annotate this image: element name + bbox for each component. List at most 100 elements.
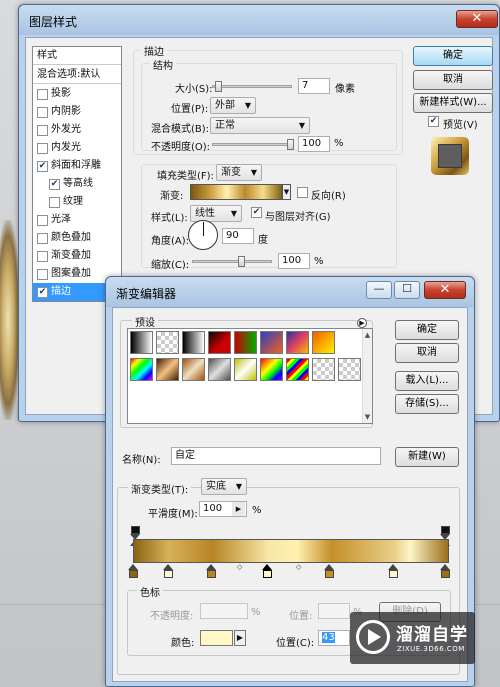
preset-swatch[interactable] [182,331,205,354]
scale-slider-thumb[interactable] [238,256,245,267]
style-item-drop-shadow[interactable]: 投影 [33,85,121,103]
opacity-slider[interactable] [212,139,294,150]
preset-swatch[interactable] [182,358,205,381]
layer-style-close-button[interactable]: ✕ [456,10,498,28]
style-checkbox[interactable] [37,251,48,262]
size-slider[interactable] [212,81,292,92]
style-item-inner-shadow[interactable]: 内阴影 [33,103,121,121]
angle-dial[interactable] [188,220,218,250]
style-checkbox[interactable] [37,143,48,154]
gradient-type-dropdown[interactable]: 实底 ▼ [201,478,247,495]
styles-header[interactable]: 样式 [33,47,121,65]
preset-swatch[interactable] [260,358,283,381]
style-item-bevel-emboss[interactable]: ✔ 斜面和浮雕 [33,157,121,175]
layer-style-titlebar: 图层样式 [19,5,499,35]
reverse-checkbox[interactable] [297,187,308,198]
midpoint-diamond-icon[interactable]: ◇ [296,563,301,571]
gradient-label: 渐变: [160,191,184,202]
gradient-preview-swatch[interactable] [190,184,282,200]
style-checkbox[interactable] [49,197,60,208]
style-checkbox[interactable] [37,233,48,244]
gradient-type-value: 实底 [206,481,226,492]
color-stop-swatch [207,570,216,578]
scale-input[interactable]: 100 [278,253,310,269]
stop-location-input[interactable]: 43 [318,630,350,646]
gradient-editor-ok-button[interactable]: 确定 [395,320,459,340]
preset-swatch[interactable] [156,358,179,381]
angle-input[interactable]: 90 [222,228,254,244]
preset-swatch[interactable] [338,358,361,381]
new-style-button[interactable]: 新建样式(W)... [413,93,493,113]
name-input[interactable]: 自定 [171,447,381,465]
style-checkbox[interactable] [37,125,48,136]
stop-location-value: 43 [322,632,335,643]
layer-style-cancel-button[interactable]: 取消 [413,70,493,90]
stop-opacity-input [200,603,248,619]
preset-swatch[interactable] [234,358,257,381]
opacity-slider-thumb[interactable] [287,139,294,150]
stop-color-swatch[interactable] [200,630,233,646]
scale-slider[interactable] [192,256,272,267]
layer-style-ok-button[interactable]: 确定 [413,46,493,66]
position-dropdown[interactable]: 外部 ▼ [210,97,256,114]
style-item-inner-glow[interactable]: 内发光 [33,139,121,157]
size-slider-thumb[interactable] [215,81,222,92]
style-checkbox[interactable] [37,269,48,280]
style-label: 样式(L): [151,213,188,224]
style-checkbox[interactable]: ✔ [37,287,48,298]
style-checkbox[interactable] [37,107,48,118]
presets-menu-icon[interactable]: ▶ [357,318,367,328]
fill-type-dropdown[interactable]: 渐变 ▼ [216,164,262,181]
preset-swatch[interactable] [312,331,335,354]
style-checkbox[interactable]: ✔ [49,179,60,190]
blend-options-item[interactable]: 混合选项:默认 [33,66,121,84]
color-stop-swatch [441,570,450,578]
preset-swatch[interactable] [130,331,153,354]
presets-scrollbar[interactable]: ▲ ▼ [362,329,372,423]
gradient-editor-close-button[interactable]: ✕ [424,281,466,299]
blend-mode-dropdown[interactable]: 正常 ▼ [210,117,310,134]
size-input[interactable]: 7 [298,78,330,94]
gradient-picker-chevron-icon[interactable]: ▼ [282,184,291,200]
style-item-label: 纹理 [63,196,83,207]
preset-swatch[interactable] [208,331,231,354]
scroll-up-icon[interactable]: ▲ [363,331,372,339]
preset-swatch[interactable] [208,358,231,381]
color-menu-icon[interactable]: ▶ [234,630,246,646]
gradient-editor-cancel-button[interactable]: 取消 [395,343,459,363]
style-item-contour[interactable]: ✔ 等高线 [33,175,121,193]
angle-unit: 度 [258,235,268,246]
style-item-gradient-overlay[interactable]: 渐变叠加 [33,247,121,265]
position-value: 外部 [215,100,235,111]
load-button[interactable]: 载入(L)... [395,371,459,391]
style-item-outer-glow[interactable]: 外发光 [33,121,121,139]
preset-swatch[interactable] [234,331,257,354]
maximize-button[interactable]: ☐ [394,281,420,299]
preset-swatch[interactable] [260,331,283,354]
style-dropdown[interactable]: 线性 ▼ [190,205,242,222]
preset-swatch[interactable] [156,331,179,354]
minimize-button[interactable]: — [366,281,392,299]
preview-checkbox[interactable]: ✔ [428,116,439,127]
save-button[interactable]: 存储(S)... [395,394,459,414]
new-gradient-button[interactable]: 新建(W) [395,447,459,467]
preset-swatch[interactable] [130,358,153,381]
preset-swatch[interactable] [312,358,335,381]
stop-location-label: 位置(C): [276,638,315,649]
gradient-bar[interactable] [133,539,449,563]
align-with-layer-checkbox[interactable]: ✔ [251,207,262,218]
scroll-down-icon[interactable]: ▼ [363,413,372,421]
style-checkbox[interactable]: ✔ [37,161,48,172]
style-item-texture[interactable]: 纹理 [33,193,121,211]
opacity-input[interactable]: 100 [298,136,330,152]
preset-swatch[interactable] [286,331,309,354]
smoothness-stepper-icon[interactable]: ▶ [232,502,245,516]
style-checkbox[interactable] [37,215,48,226]
style-item-satin[interactable]: 光泽 [33,211,121,229]
stop-opacity-percent: % [251,607,261,618]
gradient-type-label: 渐变类型(T): [128,481,192,496]
style-checkbox[interactable] [37,89,48,100]
preset-swatch[interactable] [286,358,309,381]
midpoint-diamond-icon[interactable]: ◇ [237,563,242,571]
style-item-color-overlay[interactable]: 颜色叠加 [33,229,121,247]
